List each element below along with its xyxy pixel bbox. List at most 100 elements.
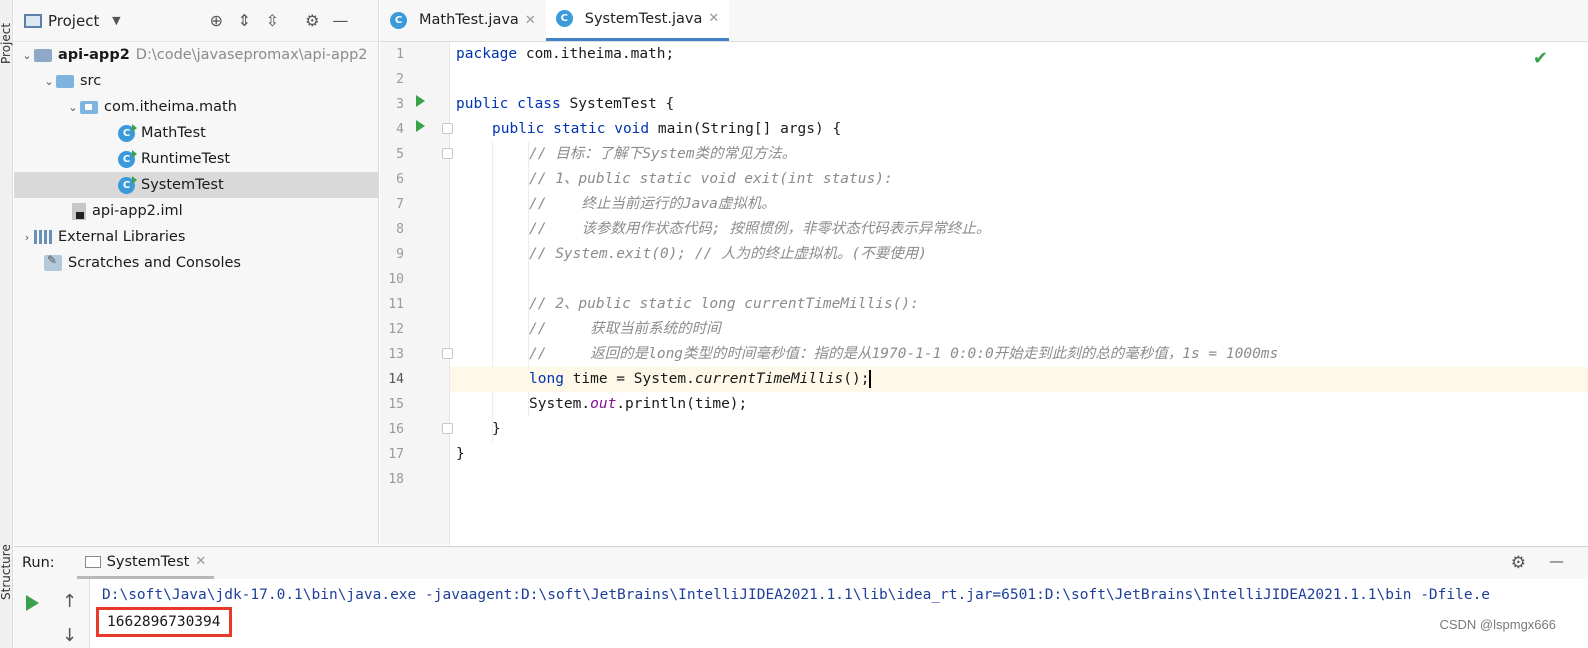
line-number: 14 xyxy=(388,372,404,387)
code-line-11: // 2、public static long currentTimeMilli… xyxy=(529,296,919,312)
locate-icon[interactable]: ⊕ xyxy=(205,10,227,32)
tab-label: SystemTest.java xyxy=(584,10,703,27)
editor-area: C MathTest.java ✕ C SystemTest.java ✕ 1 … xyxy=(380,0,1588,545)
line-number: 1 xyxy=(396,47,404,62)
tab-run-systemtest[interactable]: SystemTest ✕ xyxy=(76,547,215,579)
ide-window: Project Structure Project ▼ ⊕ ⇕ ⇳ ⚙ — ⌄ … xyxy=(0,0,1588,648)
line-number: 17 xyxy=(388,447,404,462)
tree-item-label: SystemTest xyxy=(141,177,224,193)
console-output[interactable]: D:\soft\Java\jdk-17.0.1\bin\java.exe -ja… xyxy=(90,579,1588,648)
tree-item-label: src xyxy=(80,73,102,89)
iml-file-icon xyxy=(72,202,86,220)
tree-item-iml[interactable]: api-app2.iml xyxy=(72,198,183,224)
run-toolbar: ↑ ↓ xyxy=(14,579,90,648)
project-tool-button[interactable]: Project xyxy=(0,23,13,64)
chevron-down-icon[interactable]: ⌄ xyxy=(66,101,80,114)
tree-item-package[interactable]: ⌄ com.itheima.math xyxy=(66,94,237,120)
editor-gutter: 1 2 3 4 5 6 7 8 9 10 11 12 13 14 15 16 1… xyxy=(380,42,453,545)
java-class-icon: C xyxy=(118,123,137,142)
libraries-icon xyxy=(34,230,52,244)
code-line-1: package com.itheima.math; xyxy=(456,46,675,62)
line-number: 5 xyxy=(396,147,404,162)
console-command-line: D:\soft\Java\jdk-17.0.1\bin\java.exe -ja… xyxy=(102,587,1491,603)
project-pane-title[interactable]: Project xyxy=(48,12,99,30)
line-number: 7 xyxy=(396,197,404,212)
chevron-down-icon[interactable]: ▼ xyxy=(105,10,127,32)
chevron-right-icon[interactable]: › xyxy=(20,231,34,244)
editor-tab-bar: C MathTest.java ✕ C SystemTest.java ✕ xyxy=(380,0,1588,42)
line-number: 11 xyxy=(388,297,404,312)
line-number: 12 xyxy=(388,322,404,337)
expand-all-icon[interactable]: ⇕ xyxy=(233,10,255,32)
line-number: 9 xyxy=(396,247,404,262)
tree-item-runtimetest[interactable]: C RuntimeTest xyxy=(118,146,230,172)
code-line-15: System.out.println(time); xyxy=(529,396,748,412)
run-class-icon[interactable] xyxy=(416,95,425,107)
tree-item-label: com.itheima.math xyxy=(104,99,237,115)
line-number: 15 xyxy=(388,397,404,412)
tree-item-label: External Libraries xyxy=(58,229,186,245)
tree-item-mathtest[interactable]: C MathTest xyxy=(118,120,206,146)
java-class-icon: C xyxy=(118,149,137,168)
tree-item-external-libraries[interactable]: › External Libraries xyxy=(20,224,186,250)
gear-icon[interactable]: ⚙ xyxy=(1511,553,1526,573)
tree-item-systemtest[interactable]: C SystemTest xyxy=(14,172,378,198)
line-number: 4 xyxy=(396,122,404,137)
code-line-13: // 返回的是long类型的时间毫秒值：指的是从1970-1-1 0:0:0开始… xyxy=(529,346,1279,362)
close-icon[interactable]: ✕ xyxy=(708,11,719,26)
gear-icon[interactable]: ⚙ xyxy=(301,10,323,32)
minimize-icon[interactable]: — xyxy=(1549,552,1564,570)
java-class-icon: C xyxy=(555,10,573,27)
line-number: 8 xyxy=(396,222,404,237)
arrow-up-icon[interactable]: ↑ xyxy=(62,591,77,612)
line-number: 13 xyxy=(388,347,404,362)
code-line-14-current: long time = System.currentTimeMillis(); xyxy=(450,367,1588,392)
close-icon[interactable]: ✕ xyxy=(525,13,536,28)
source-folder-icon xyxy=(56,74,74,88)
code-line-4: public static void main(String[] args) { xyxy=(492,121,842,137)
tree-item-label: api-app2.iml xyxy=(92,203,183,219)
code-area[interactable]: package com.itheima.math; public class S… xyxy=(450,42,1588,545)
structure-tool-button[interactable]: Structure xyxy=(0,544,13,600)
left-tool-strip: Project Structure xyxy=(0,0,13,648)
tree-item-src[interactable]: ⌄ src xyxy=(42,68,101,94)
tree-item-label: Scratches and Consoles xyxy=(68,255,241,271)
code-line-3: public class SystemTest { xyxy=(456,96,675,112)
minimize-icon[interactable]: — xyxy=(329,10,351,32)
code-line-6: // 1、public static void exit(int status)… xyxy=(529,171,893,187)
tab-mathtest[interactable]: C MathTest.java ✕ xyxy=(380,0,546,41)
collapse-all-icon[interactable]: ⇳ xyxy=(261,10,283,32)
tree-item-path: D:\code\javasepromax\api-app2 xyxy=(135,47,368,63)
tree-item-scratches[interactable]: Scratches and Consoles xyxy=(44,250,241,276)
console-icon xyxy=(84,555,101,568)
code-line-5: // 目标：了解下System类的常见方法。 xyxy=(529,146,797,162)
line-number: 2 xyxy=(396,72,404,87)
arrow-down-icon[interactable]: ↓ xyxy=(62,625,77,646)
rerun-icon[interactable] xyxy=(26,595,39,611)
project-pane: Project ▼ ⊕ ⇕ ⇳ ⚙ — ⌄ api-app2 D:\code\j… xyxy=(14,0,379,545)
code-line-16: } xyxy=(492,421,501,437)
code-line-12: // 获取当前系统的时间 xyxy=(529,321,721,337)
tree-item-api-app2[interactable]: ⌄ api-app2 D:\code\javasepromax\api-app2 xyxy=(20,42,368,68)
run-tab-label: SystemTest xyxy=(106,553,190,570)
run-panel-header: Run: SystemTest ✕ ⚙ — xyxy=(14,547,1588,579)
java-class-icon: C xyxy=(118,175,137,194)
run-main-icon[interactable] xyxy=(416,120,425,132)
line-number: 10 xyxy=(388,272,404,287)
line-number: 3 xyxy=(396,97,404,112)
project-pane-header: Project ▼ ⊕ ⇕ ⇳ ⚙ — xyxy=(14,0,378,42)
chevron-down-icon[interactable]: ⌄ xyxy=(20,49,34,62)
line-number: 6 xyxy=(396,172,404,187)
chevron-down-icon[interactable]: ⌄ xyxy=(42,75,56,88)
text-cursor xyxy=(869,370,872,388)
close-icon[interactable]: ✕ xyxy=(195,554,206,569)
project-view-icon xyxy=(24,13,42,28)
line-number: 16 xyxy=(388,422,404,437)
module-folder-icon xyxy=(34,48,52,62)
tab-systemtest[interactable]: C SystemTest.java ✕ xyxy=(545,0,730,41)
code-line-9: // System.exit(0); // 人为的终止虚拟机。(不要使用) xyxy=(529,246,928,262)
java-class-icon: C xyxy=(390,11,407,29)
code-line-8: // 该参数用作状态代码; 按照惯例，非零状态代码表示异常终止。 xyxy=(529,221,991,237)
scratches-icon xyxy=(44,253,62,271)
check-icon[interactable]: ✔ xyxy=(1533,48,1548,69)
